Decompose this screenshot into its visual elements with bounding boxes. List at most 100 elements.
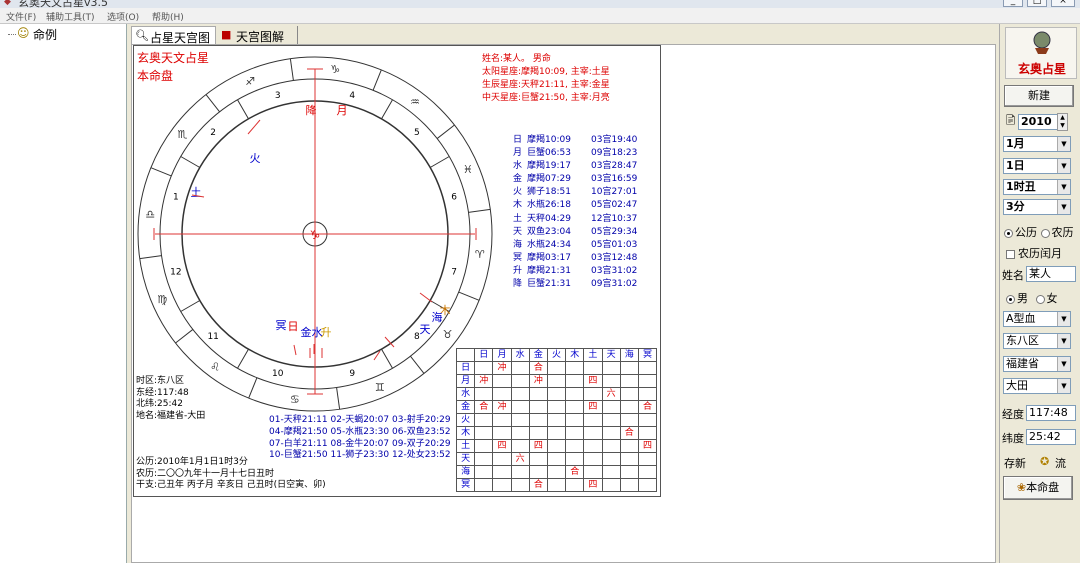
radio-icon [1040,228,1050,238]
close-button[interactable]: × [1051,0,1075,7]
latitude-input[interactable]: 25:42 [1026,429,1076,445]
book-icon: ■ [221,28,232,41]
lunar-radio[interactable]: 农历 [1040,226,1074,239]
city-select[interactable]: 大田 ▼ [1003,378,1071,394]
center-sign: ♑ [310,228,321,242]
sign-divider [436,124,455,139]
smiley-icon: ☺ [17,26,30,40]
tab-interpretation[interactable]: ■ 天宫图解说 [218,26,298,61]
aspect-grid: 日月水金火木土天海冥日冲合月冲冲四水六金合冲四合火木合土四四四天六海合冥合四 [455,348,658,492]
planet-row: 金摩羯07:29 03宫16:59 [513,173,637,186]
aspect-cell [546,465,567,479]
name-input[interactable]: 某人 [1026,266,1076,282]
aspect-cell [474,478,494,492]
planet-tick [293,344,297,356]
year-input[interactable]: 2010 [1018,114,1058,130]
timezone-select[interactable]: 东八区 ▼ [1003,333,1071,349]
zodiac-sign: ♊ [375,381,385,394]
day-value: 1日 [1006,159,1025,172]
tree-item-cases[interactable]: 命例 [33,26,57,43]
day-select[interactable]: 1日 ▼ [1003,158,1071,174]
aspect-cell [619,387,639,401]
sign-divider [289,58,294,81]
aspect-cell [510,413,530,427]
aspect-cell [546,361,567,375]
sign-divider [410,355,425,374]
house-line: 01-天秤21:11 02-天蝎20:07 03-射手20:29 [269,415,451,425]
planet-sign: 巨蟹06:53 [527,148,571,159]
province-select[interactable]: 福建省 ▼ [1003,356,1071,372]
aspect-row: 水六 [455,387,658,401]
planet-sign: 摩羯21:31 [527,265,571,276]
person-line: 姓名:某人。 男命 [482,54,551,64]
aspect-cell [474,387,494,401]
maximize-button[interactable]: □ [1027,0,1047,7]
aspect-cell [510,426,530,440]
aspect-row-label: 火 [455,413,476,427]
hour-select[interactable]: 1时丑 ▼ [1003,179,1071,195]
aspect-cell: 四 [492,439,512,453]
aspect-cell [565,439,585,453]
aspect-cell [546,374,567,388]
aspect-row-label: 木 [455,426,476,440]
house-cusps: 01-天秤21:11 02-天蝎20:07 03-射手20:29 04-摩羯21… [269,415,451,462]
planet-sign: 巨蟹21:31 [527,279,571,290]
sign-divider [468,208,491,213]
planet-sign: 摩羯03:17 [527,252,571,263]
planet-sign: 水瓶26:18 [527,200,571,211]
longitude-input[interactable]: 117:48 [1026,405,1076,421]
title-bar: ◆ 玄奥天文占星v3.5 _ □ × [0,0,1080,8]
aspect-row: 冥合四 [455,478,658,492]
tab-chart[interactable]: 🔍︎ 占星天宫图 [131,26,216,45]
natal-chart-button[interactable]: ❀本命盘 [1003,476,1073,500]
planet-house: 09宫31:02 [591,279,638,290]
planet-name: 金 [513,174,523,185]
menu-tools[interactable]: 辅助工具(T) [46,10,95,23]
chart-sheet: ♎ 1 ♏ 2 ♐ 3 ♑ 4 ♒ 5 ♓ 6 ♈ 7 ♉ 8 ♊ 9 ♋ 10 ♌ 11 ♍ 12 ♑ 火土天木海冥日金水升降月… [133,45,661,497]
menu-file[interactable]: 文件(F) [6,10,36,23]
planet-glyph: 升 [321,326,332,339]
female-radio[interactable]: 女 [1035,292,1058,305]
aspect-cell [510,361,530,375]
planet-row: 水摩羯19:17 03宫28:47 [513,160,637,173]
blood-select[interactable]: A型血 ▼ [1003,311,1071,327]
aspect-header: 海 [619,348,639,362]
planet-glyph: 月 [337,104,348,117]
zodiac-sign: ♑ [330,63,340,76]
magnifier-icon: 🔍︎ [135,29,149,42]
location-line: 地名:福建省-大田 [136,410,206,421]
minute-select[interactable]: 3分 ▼ [1003,199,1071,215]
month-select[interactable]: 1月 ▼ [1003,136,1071,152]
aspect-cell: 冲 [474,374,494,388]
flow-link[interactable]: 流 [1055,455,1066,471]
planet-name: 天 [513,226,523,237]
planet-row: 木水瓶26:18 05宫02:47 [513,199,637,212]
menu-options[interactable]: 选项(O) [107,10,139,23]
house-divider [180,300,201,312]
menu-help[interactable]: 帮助(H) [152,10,184,23]
aspect-cell: 四 [637,439,658,453]
house-number: 4 [349,91,355,101]
aspect-cell [637,361,658,375]
planet-name: 火 [513,187,523,198]
dropdown-arrow-icon: ▼ [1057,312,1070,326]
calendar-icon: 📄︎ [1004,115,1017,126]
solar-radio[interactable]: 公历 [1004,226,1037,239]
minimize-button[interactable]: _ [1003,0,1023,7]
house-divider [180,156,201,168]
planet-house: 05宫29:34 [591,226,638,237]
male-radio[interactable]: 男 [1006,292,1028,305]
new-button[interactable]: 新建 [1004,85,1074,107]
planet-name: 日 [513,135,523,145]
aspect-cell: 合 [474,400,494,414]
planet-sign: 摩羯10:09 [527,135,571,145]
save-new-link[interactable]: 存新 [1004,455,1026,471]
leap-month-checkbox[interactable]: 农历闰月 [1006,245,1062,261]
aspect-cell [492,478,512,492]
aspect-cell [601,374,621,388]
year-spinner[interactable]: ▲ ▼ [1057,113,1068,131]
dropdown-arrow-icon: ▼ [1057,200,1070,214]
zodiac-sign: ♋ [290,393,300,406]
aspect-cell: 合 [528,361,548,375]
aspect-cell [601,452,621,466]
